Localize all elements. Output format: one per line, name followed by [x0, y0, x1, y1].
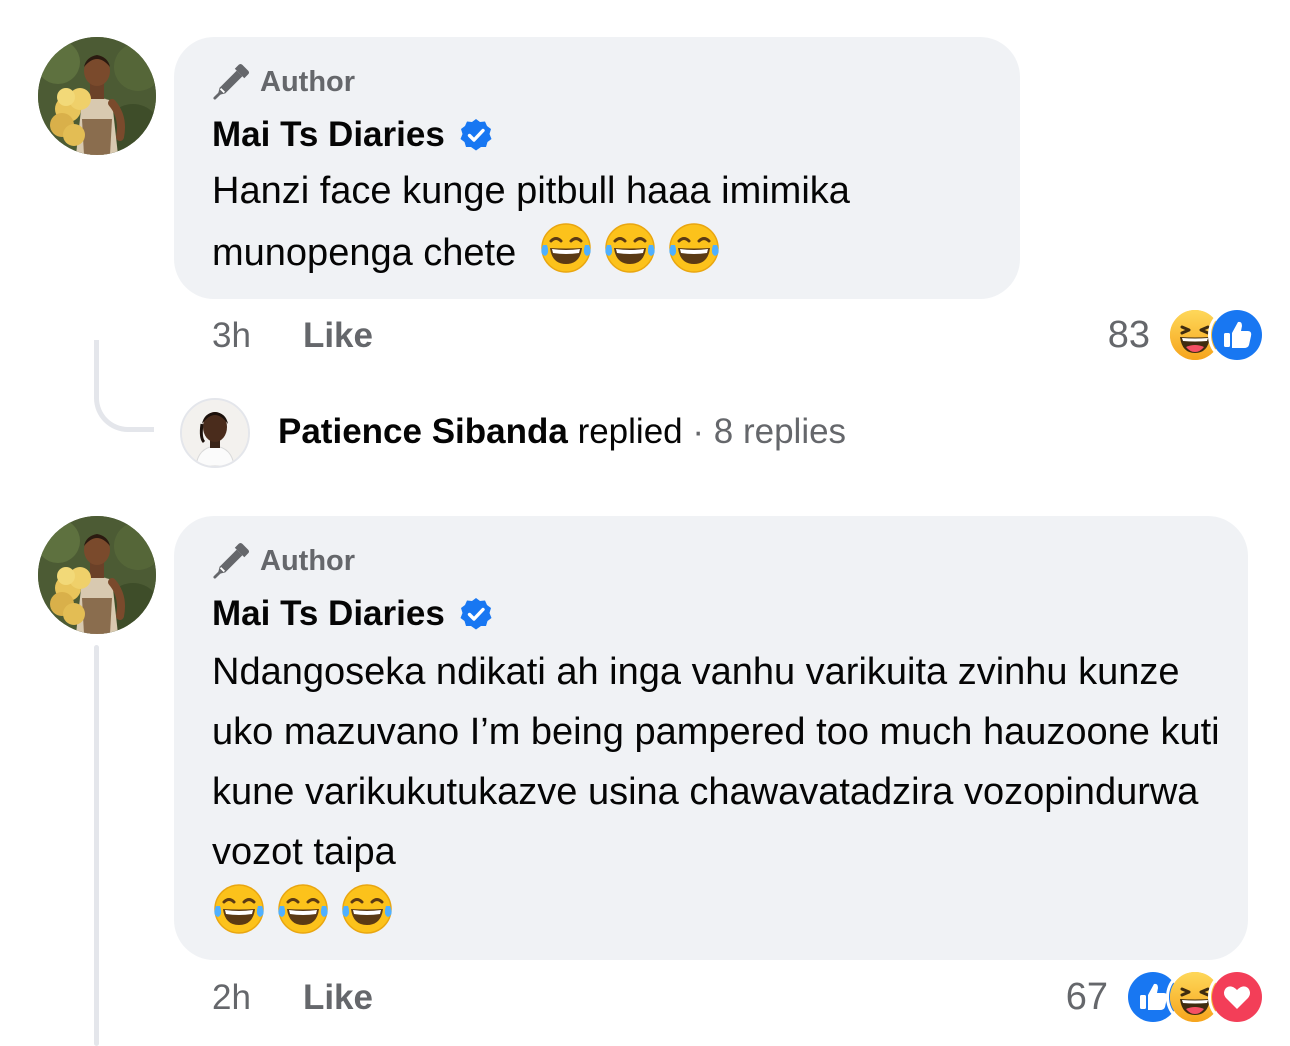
comment-timestamp[interactable]: 2h [212, 978, 251, 1018]
author-avatar[interactable] [38, 516, 156, 634]
reply-count: 8 replies [713, 412, 847, 451]
pen-icon [212, 542, 250, 580]
comment-actions: 2h Like [212, 978, 373, 1018]
replier-name: Patience Sibanda [278, 412, 568, 451]
emoji-group [212, 882, 394, 936]
laughing-tears-emoji-icon [539, 221, 593, 275]
laughing-tears-emoji-icon [212, 882, 266, 936]
laughing-tears-emoji-icon [667, 221, 721, 275]
view-replies-link[interactable]: Patience Sibanda replied · 8 replies [278, 412, 846, 452]
pen-icon [212, 63, 250, 101]
replier-avatar[interactable] [180, 398, 250, 468]
author-badge-label: Author [260, 544, 356, 577]
comment-text: Hanzi face kunge pitbull haaa imimika mu… [212, 170, 850, 275]
like-button[interactable]: Like [303, 978, 373, 1018]
love-reaction-icon [1208, 968, 1266, 1026]
verified-badge-icon [459, 118, 493, 152]
laughing-tears-emoji-icon [276, 882, 330, 936]
author-badge: Author [212, 542, 355, 580]
reaction-count: 67 [1065, 975, 1108, 1018]
verified-badge-icon [459, 597, 493, 631]
comment-text: Ndangoseka ndikati ah inga vanhu varikui… [212, 642, 1222, 944]
laughing-tears-emoji-icon [340, 882, 394, 936]
author-badge: Author [212, 63, 355, 101]
commenter-name[interactable]: Mai Ts Diaries [212, 115, 445, 155]
comment-timestamp[interactable]: 3h [212, 316, 251, 356]
thread-connector-1 [94, 340, 154, 432]
author-avatar[interactable] [38, 37, 156, 155]
reaction-summary[interactable]: 83 [1108, 306, 1266, 364]
comment-bubble: Author Mai Ts Diaries Hanzi face kunge p… [174, 37, 1020, 299]
like-reaction-icon [1208, 306, 1266, 364]
laughing-tears-emoji-icon [603, 221, 657, 275]
like-button[interactable]: Like [303, 316, 373, 356]
replied-label: replied [577, 412, 683, 451]
separator-dot: · [692, 412, 705, 451]
reaction-summary[interactable]: 67 [1066, 968, 1266, 1026]
thread-connector-2 [94, 645, 99, 1046]
author-badge-label: Author [260, 65, 356, 98]
comment-bubble: Author Mai Ts Diaries Ndangoseka ndikati… [174, 516, 1248, 960]
commenter-name[interactable]: Mai Ts Diaries [212, 594, 445, 634]
emoji-group [539, 221, 721, 275]
reaction-count: 83 [1107, 313, 1150, 356]
comment-actions: 3h Like [212, 316, 373, 356]
